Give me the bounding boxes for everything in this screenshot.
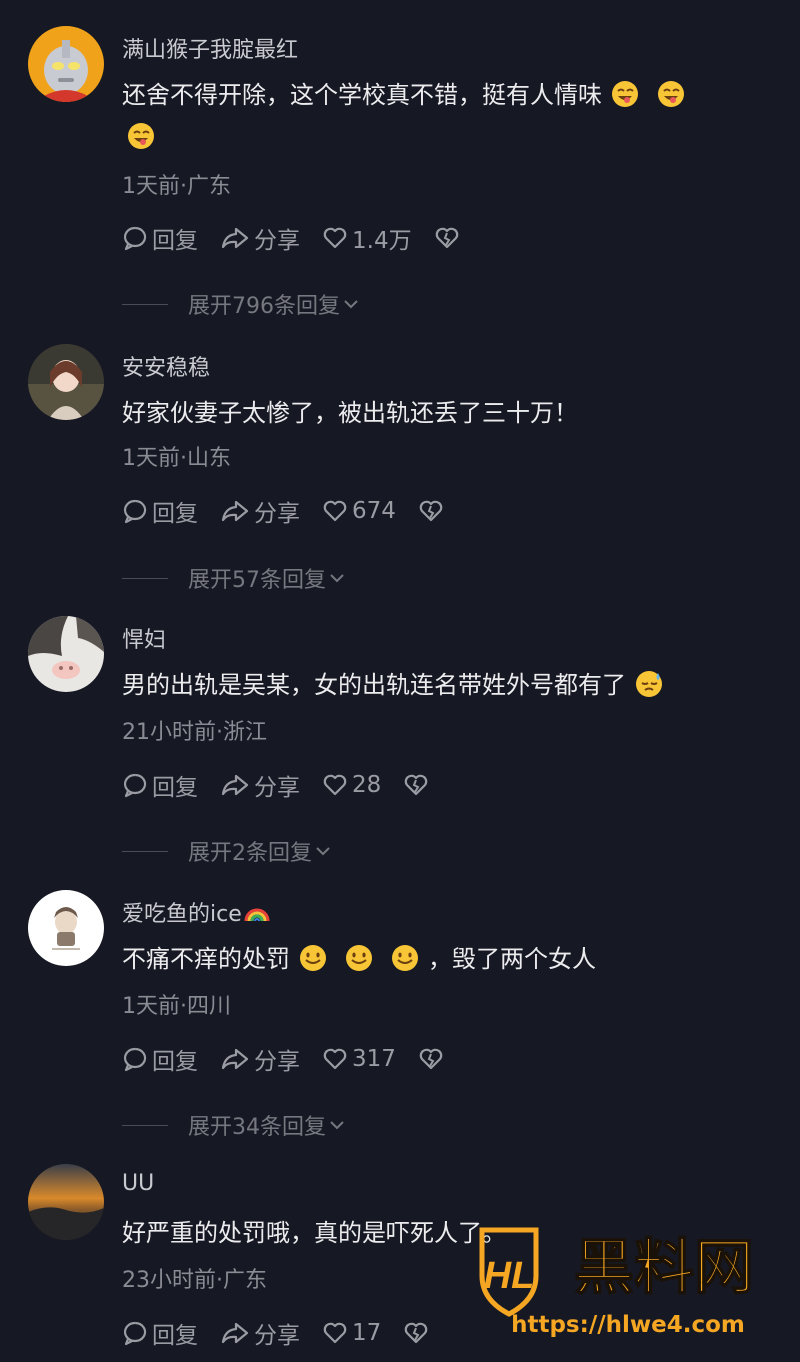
grinning-tongue-emoji-icon	[658, 81, 684, 107]
username[interactable]: UU	[122, 1171, 154, 1196]
like-count: 674	[352, 498, 396, 524]
like-button[interactable]: 317	[322, 1046, 396, 1072]
speech-bubble-icon	[123, 773, 147, 798]
comment-time-location: 1天前·山东	[122, 446, 231, 471]
share-arrow-icon	[221, 774, 249, 796]
like-count: 1.4万	[352, 228, 412, 254]
heart-icon	[323, 774, 347, 796]
share-arrow-icon	[221, 1048, 249, 1070]
hl-shield-icon: HL	[479, 1227, 539, 1317]
broken-heart-icon	[419, 500, 443, 522]
speech-bubble-icon	[123, 226, 147, 251]
comment-actions: 回复 分享 28	[122, 768, 455, 802]
broken-heart-icon	[419, 1048, 443, 1070]
expand-replies-button[interactable]: 展开796条回复	[122, 288, 362, 320]
like-count: 317	[352, 1046, 396, 1072]
watermark-url: https://hlwe4.com	[511, 1312, 745, 1338]
broken-heart-icon	[404, 774, 428, 796]
dislike-button[interactable]	[418, 498, 448, 524]
share-arrow-icon	[221, 500, 249, 522]
user-avatar[interactable]	[28, 26, 104, 102]
heart-icon	[323, 1322, 347, 1344]
watermark-title: 黑料网	[574, 1233, 754, 1303]
comment-text: 好家伙妻子太惨了，被出轨还丢了三十万！	[122, 399, 578, 427]
grinning-tongue-emoji-icon	[128, 123, 154, 149]
comment-time-location: 21小时前·浙江	[122, 720, 267, 745]
reply-button[interactable]: 回复	[122, 1042, 198, 1076]
reply-button[interactable]: 回复	[122, 494, 198, 528]
share-button[interactable]: 分享	[220, 1042, 300, 1076]
comment-actions: 回复 分享 1.4万	[122, 221, 486, 255]
like-button[interactable]: 674	[322, 498, 396, 524]
svg-text:HL: HL	[484, 1255, 535, 1297]
broken-heart-icon	[404, 1322, 428, 1344]
reply-button[interactable]: 回复	[122, 1316, 198, 1350]
like-count: 17	[352, 1320, 382, 1346]
smile-emoji-icon	[300, 945, 326, 971]
expand-replies-button[interactable]: 展开2条回复	[122, 835, 334, 867]
speech-bubble-icon	[123, 1321, 147, 1346]
chevron-down-icon	[316, 847, 330, 856]
rainbow-icon	[244, 908, 270, 922]
like-button[interactable]: 28	[322, 772, 381, 798]
user-avatar[interactable]	[28, 890, 104, 966]
share-arrow-icon	[221, 227, 249, 249]
divider-line	[122, 850, 168, 852]
comment-time-location: 1天前·广东	[122, 174, 231, 199]
heart-icon	[323, 227, 347, 249]
divider-line	[122, 1124, 168, 1126]
comment-actions: 回复 分享 674	[122, 494, 470, 528]
user-avatar[interactable]	[28, 616, 104, 692]
speech-bubble-icon	[123, 499, 147, 524]
comment-time-location: 1天前·四川	[122, 994, 231, 1019]
divider-line	[122, 577, 168, 579]
smile-emoji-icon	[392, 945, 418, 971]
chevron-down-icon	[330, 574, 344, 583]
share-arrow-icon	[221, 1322, 249, 1344]
broken-heart-icon	[435, 227, 458, 249]
dislike-button[interactable]	[403, 772, 433, 798]
smile-emoji-icon	[346, 945, 372, 971]
expand-replies-button[interactable]: 展开34条回复	[122, 1109, 348, 1141]
heart-icon	[323, 500, 347, 522]
watermark-logo: HL 黑料网 https://hlwe4.com	[476, 1222, 792, 1342]
dislike-button[interactable]	[418, 1046, 448, 1072]
reply-button[interactable]: 回复	[122, 221, 198, 255]
username[interactable]: 悍妇	[122, 622, 166, 654]
reply-button[interactable]: 回复	[122, 768, 198, 802]
user-avatar[interactable]	[28, 344, 104, 420]
chevron-down-icon	[344, 300, 358, 309]
comment-text: 还舍不得开除，这个学校真不错，挺有人情味	[122, 74, 762, 158]
divider-line	[122, 303, 168, 305]
sweat-emoji-icon	[636, 671, 662, 697]
comment-text: 不痛不痒的处罚 ，毁了两个女人	[122, 945, 596, 973]
heart-icon	[323, 1048, 347, 1070]
share-button[interactable]: 分享	[220, 494, 300, 528]
share-button[interactable]: 分享	[220, 1316, 300, 1350]
like-count: 28	[352, 772, 382, 798]
user-avatar[interactable]	[28, 1164, 104, 1240]
grinning-tongue-emoji-icon	[612, 81, 638, 107]
like-button[interactable]: 1.4万	[322, 221, 412, 255]
chevron-down-icon	[330, 1121, 344, 1130]
username[interactable]: 满山猴子我腚最红	[122, 32, 298, 64]
comment-time-location: 23小时前·广东	[122, 1268, 267, 1293]
speech-bubble-icon	[123, 1047, 147, 1072]
share-button[interactable]: 分享	[220, 221, 300, 255]
share-button[interactable]: 分享	[220, 768, 300, 802]
comment-text: 男的出轨是吴某，女的出轨连名带姓外号都有了	[122, 664, 762, 706]
username[interactable]: 安安稳稳	[122, 350, 210, 382]
dislike-button[interactable]	[434, 225, 464, 251]
username[interactable]: 爱吃鱼的ice	[122, 896, 270, 928]
comment-actions: 回复 分享 317	[122, 1042, 470, 1076]
comment-actions: 回复 分享 17	[122, 1316, 455, 1350]
expand-replies-button[interactable]: 展开57条回复	[122, 562, 348, 594]
dislike-button[interactable]	[403, 1320, 433, 1346]
like-button[interactable]: 17	[322, 1320, 381, 1346]
